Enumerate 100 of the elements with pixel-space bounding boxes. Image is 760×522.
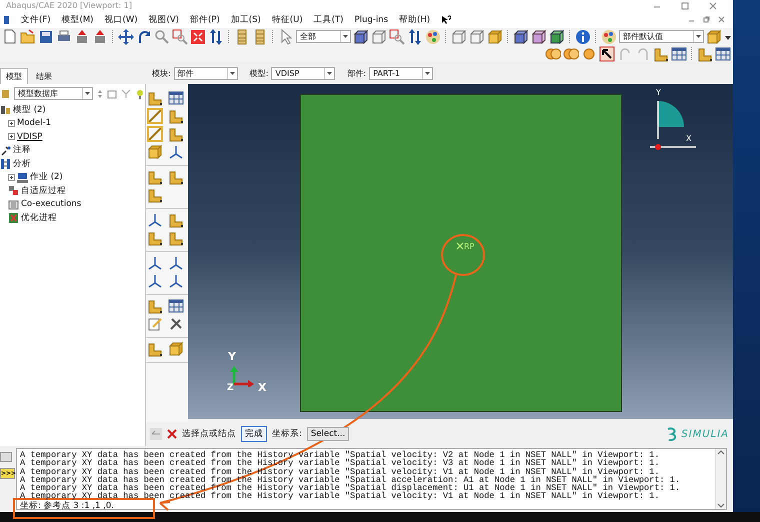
maximize-icon[interactable]: [681, 2, 689, 10]
axes-icon[interactable]: [147, 273, 163, 289]
block-icon[interactable]: [168, 108, 184, 124]
context-dropdown[interactable]: 部件: [174, 67, 238, 80]
edit-icon[interactable]: [147, 316, 163, 332]
block-icon[interactable]: [147, 230, 163, 246]
panel-tab[interactable]: 结果: [30, 68, 58, 84]
palette-icon[interactable]: [601, 28, 617, 44]
reference-point-icon: [456, 242, 464, 250]
spinner-icon[interactable]: [97, 88, 103, 98]
expand-icon[interactable]: [8, 174, 15, 181]
datum-icon[interactable]: [147, 126, 163, 142]
zoom-box-icon[interactable]: [172, 28, 188, 44]
block-icon[interactable]: [147, 187, 163, 203]
tree-item[interactable]: 模型 (2): [13, 104, 46, 116]
dropdown-arrow-icon[interactable]: [326, 70, 334, 77]
close-icon[interactable]: [718, 16, 725, 23]
menu-item[interactable]: 特征(U): [272, 14, 303, 26]
database-icon[interactable]: [92, 28, 108, 44]
menu-item[interactable]: 视图(V): [148, 14, 179, 26]
block-icon[interactable]: [147, 341, 163, 357]
close-icon[interactable]: [709, 2, 717, 10]
database-icon[interactable]: [74, 28, 90, 44]
vertical-scrollbar[interactable]: [715, 449, 726, 509]
context-dropdown[interactable]: PART-1: [369, 67, 434, 80]
selection-filter-dropdown[interactable]: 全部: [296, 30, 351, 43]
palette-icon[interactable]: [425, 28, 441, 44]
up-down-arrows-icon[interactable]: [208, 28, 224, 44]
save-icon[interactable]: [38, 28, 54, 44]
up-down-arrows-icon[interactable]: [407, 28, 423, 44]
info-icon[interactable]: [575, 28, 591, 44]
move-icon[interactable]: [118, 28, 134, 44]
cube-icon[interactable]: [353, 28, 369, 44]
expand-icon[interactable]: [8, 120, 15, 127]
table-icon[interactable]: [168, 90, 184, 106]
block-icon[interactable]: [697, 46, 713, 62]
axis-label: X: [686, 134, 692, 143]
block-icon[interactable]: [168, 126, 184, 142]
menu-item[interactable]: Plug-ins: [354, 14, 388, 24]
wrench-icon[interactable]: [168, 316, 184, 332]
axes-icon[interactable]: [168, 144, 184, 160]
cancel-icon[interactable]: [167, 429, 177, 439]
tree-item[interactable]: 优化进程: [21, 212, 57, 224]
tree-item[interactable]: VDISP: [17, 132, 42, 142]
menu-item[interactable]: 加工(S): [230, 14, 261, 26]
dropdown-arrow-icon[interactable]: [228, 70, 236, 77]
dropdown-arrow-icon[interactable]: [84, 90, 91, 97]
done-button[interactable]: 完成: [241, 426, 267, 442]
part-defaults-dropdown[interactable]: 部件默认值: [619, 30, 704, 43]
table-icon[interactable]: [715, 46, 731, 62]
fit-icon[interactable]: [190, 28, 206, 44]
dropdown-arrow-icon[interactable]: [424, 70, 432, 77]
menu-item[interactable]: 工具(T): [314, 14, 344, 26]
axes-icon[interactable]: [147, 255, 163, 271]
expand-icon[interactable]: [8, 133, 15, 140]
zoom-box-icon[interactable]: [389, 28, 405, 44]
tree-item[interactable]: 自适应过程: [21, 184, 66, 197]
menu-item[interactable]: 视口(W): [104, 14, 138, 26]
cube-icon[interactable]: [549, 28, 565, 44]
axes-icon[interactable]: [168, 255, 184, 271]
menu-item[interactable]: 帮助(H): [399, 14, 430, 26]
rotate-icon[interactable]: [136, 28, 152, 44]
axes-icon[interactable]: [168, 273, 184, 289]
scroll-down-icon[interactable]: [717, 503, 725, 509]
sphere-icon[interactable]: [581, 46, 597, 62]
table-icon[interactable]: [671, 46, 687, 62]
menu-item[interactable]: 文件(F): [21, 14, 51, 26]
cube-icon[interactable]: [513, 28, 529, 44]
tree-item[interactable]: Model-1: [17, 118, 51, 128]
dropdown-arrow-icon[interactable]: [342, 33, 349, 40]
spheres-icon[interactable]: [545, 46, 561, 62]
lightbulb-icon[interactable]: [135, 88, 145, 98]
panel-tab[interactable]: 模型: [0, 68, 28, 84]
dropdown-arrow-icon[interactable]: [695, 33, 702, 40]
context-dropdown[interactable]: VDISP: [271, 67, 336, 80]
block-icon[interactable]: [168, 169, 184, 185]
block-icon[interactable]: [168, 230, 184, 246]
tree-item[interactable]: 分析: [13, 158, 31, 170]
cube-icon[interactable]: [531, 28, 547, 44]
tree-item[interactable]: 注释: [13, 144, 31, 156]
select-button[interactable]: Select...: [306, 427, 350, 441]
menu-item[interactable]: 部件(P): [190, 14, 220, 26]
datum-icon[interactable]: [147, 108, 163, 124]
arrow-icon[interactable]: [599, 46, 615, 62]
block-icon[interactable]: [147, 298, 163, 314]
tree-source-dropdown[interactable]: 模型数据库: [14, 87, 93, 100]
block-icon[interactable]: [653, 46, 669, 62]
spheres-icon[interactable]: [563, 46, 579, 62]
menu-item[interactable]: 模型(M): [62, 14, 94, 26]
axes-icon[interactable]: [147, 212, 163, 228]
restore-icon[interactable]: [703, 16, 710, 23]
app-icon[interactable]: [4, 14, 10, 24]
tree-item[interactable]: 作业 (2): [30, 171, 63, 184]
tree-item[interactable]: Co-executions: [21, 199, 82, 210]
block-icon[interactable]: [147, 169, 163, 185]
table-icon[interactable]: [168, 298, 184, 314]
scroll-up-icon[interactable]: [717, 449, 725, 455]
block-icon[interactable]: [147, 90, 163, 106]
block-icon[interactable]: [168, 212, 184, 228]
context-help-icon[interactable]: [441, 14, 452, 24]
